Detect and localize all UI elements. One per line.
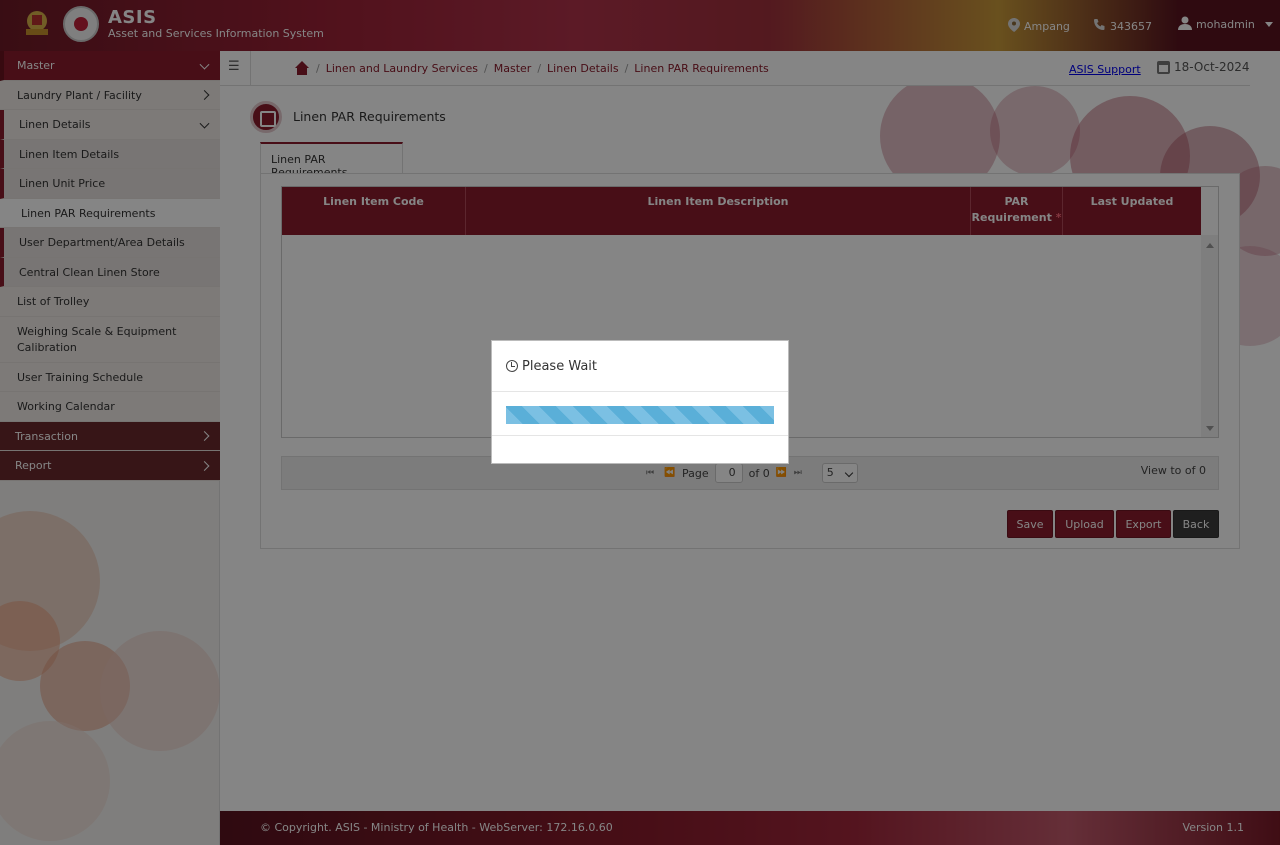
modal-header: Please Wait — [492, 341, 788, 392]
modal-title: Please Wait — [522, 358, 598, 374]
clock-icon — [506, 360, 518, 372]
progress-bar — [506, 406, 774, 424]
please-wait-modal: Please Wait — [491, 340, 789, 464]
modal-body — [492, 392, 788, 436]
